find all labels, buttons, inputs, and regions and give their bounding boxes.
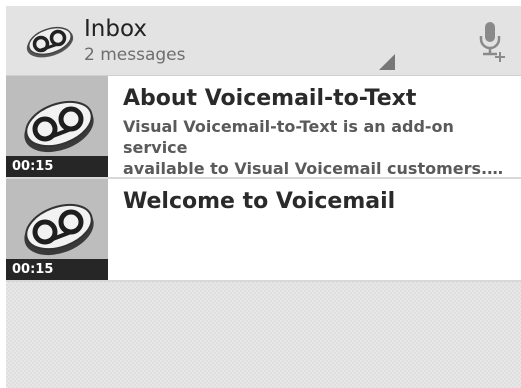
message-list: 00:15 About Voicemail-to-Text Visual Voi… xyxy=(6,76,521,282)
message-title: About Voicemail-to-Text xyxy=(123,86,417,111)
action-bar: Inbox 2 messages xyxy=(6,6,521,76)
empty-list-area xyxy=(6,282,521,388)
voicemail-tape-icon xyxy=(24,203,94,256)
inbox-spinner[interactable]: Inbox 2 messages xyxy=(84,15,185,66)
message-item[interactable]: 00:15 Welcome to Voicemail xyxy=(6,179,521,282)
message-snippet: Visual Voicemail-to-Text is an add-on se… xyxy=(123,117,504,178)
message-count: 2 messages xyxy=(84,45,186,65)
message-thumbnail: 00:15 xyxy=(6,179,108,280)
message-thumbnail: 00:15 xyxy=(6,76,108,177)
message-title: Welcome to Voicemail xyxy=(123,189,396,214)
voicemail-tape-icon[interactable] xyxy=(24,24,76,58)
add-voice-icon[interactable] xyxy=(478,20,506,64)
dropdown-arrow-icon[interactable] xyxy=(379,54,395,70)
message-duration: 00:15 xyxy=(6,156,108,177)
message-duration: 00:15 xyxy=(6,259,108,280)
page-title: Inbox xyxy=(84,16,147,42)
message-item[interactable]: 00:15 About Voicemail-to-Text Visual Voi… xyxy=(6,76,521,179)
voicemail-tape-icon xyxy=(24,100,94,153)
